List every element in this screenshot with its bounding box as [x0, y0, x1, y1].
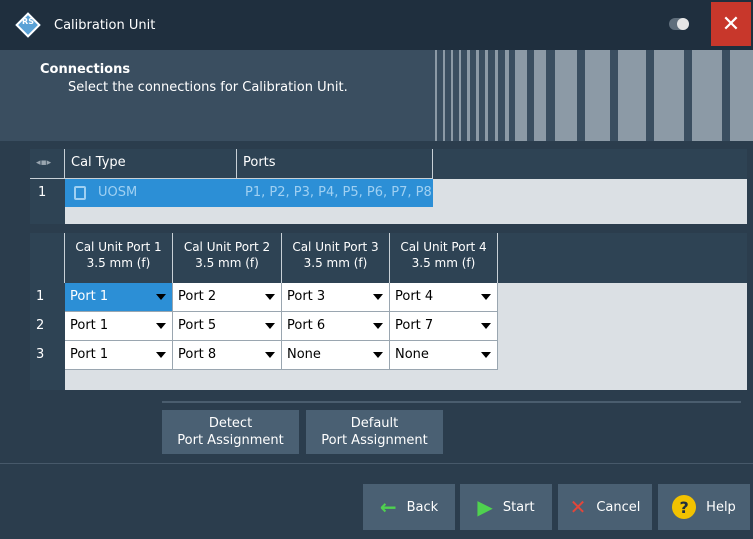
wizard-header: Connections Select the connections for C… — [0, 50, 753, 141]
dropdown-arrow-icon — [156, 352, 166, 358]
table-header: Cal Unit Port 1 3.5 mm (f) Cal Unit Port … — [30, 233, 747, 283]
port-select-dropdown[interactable]: Port 7 — [390, 312, 498, 341]
dropdown-arrow-icon — [265, 294, 275, 300]
row-number: 3 — [36, 347, 45, 362]
port-select-dropdown[interactable]: Port 3 — [282, 283, 390, 312]
table-header: ◂▪▸ Cal Type Ports — [30, 149, 747, 179]
dropdown-arrow-icon — [373, 323, 383, 329]
port-select-dropdown[interactable]: Port 6 — [282, 312, 390, 341]
toggle-switch[interactable] — [669, 18, 689, 30]
dropdown-arrow-icon — [373, 294, 383, 300]
column-header-cal-unit-port-2: Cal Unit Port 2 3.5 mm (f) — [173, 233, 282, 283]
page-subtitle: Select the connections for Calibration U… — [68, 80, 348, 95]
row-number: 2 — [36, 318, 45, 333]
dropdown-arrow-icon — [156, 323, 166, 329]
detect-port-assignment-button[interactable]: Detect Port Assignment — [162, 410, 299, 454]
dropdown-arrow-icon — [481, 323, 491, 329]
ports-cell: P1, P2, P3, P4, P5, P6, P7, P8 — [245, 185, 432, 200]
close-icon: ✕ — [569, 495, 587, 519]
port-select-dropdown[interactable]: Port 4 — [390, 283, 498, 312]
window-title: Calibration Unit — [54, 17, 156, 33]
row-number: 1 — [30, 179, 65, 207]
title-bar: RS Calibration Unit ✕ — [0, 0, 753, 50]
port-select-dropdown[interactable]: Port 1 — [65, 312, 173, 341]
port-select-dropdown[interactable]: None — [282, 341, 390, 370]
port-select-dropdown[interactable]: Port 2 — [173, 283, 282, 312]
port-select-dropdown[interactable]: Port 1 — [65, 341, 173, 370]
divider — [162, 401, 741, 403]
column-header-cal-unit-port-4: Cal Unit Port 4 3.5 mm (f) — [390, 233, 498, 283]
column-header-ports: Ports — [237, 149, 433, 179]
question-icon: ? — [672, 495, 697, 519]
dropdown-arrow-icon — [265, 352, 275, 358]
column-header-cal-type: Cal Type — [65, 149, 237, 179]
dropdown-arrow-icon — [265, 323, 275, 329]
cal-kit-icon — [74, 185, 86, 200]
column-header-cal-unit-port-3: Cal Unit Port 3 3.5 mm (f) — [282, 233, 390, 283]
help-button[interactable]: ? Help — [658, 484, 750, 530]
wizard-footer: ← Back ▶ Start ✕ Cancel ? Help — [0, 463, 753, 539]
back-button[interactable]: ← Back — [363, 484, 455, 530]
decorative-stripes — [435, 50, 753, 141]
arrow-left-icon: ← — [379, 495, 397, 519]
port-assignment-table: Cal Unit Port 1 3.5 mm (f) Cal Unit Port … — [30, 233, 747, 390]
cal-type-cell[interactable]: UOSM — [74, 185, 137, 200]
column-resize-icon[interactable]: ◂▪▸ — [30, 149, 65, 179]
cancel-button[interactable]: ✕ Cancel — [558, 484, 652, 530]
row-number: 1 — [36, 289, 45, 304]
close-button[interactable]: ✕ — [711, 2, 751, 46]
cal-type-table: ◂▪▸ Cal Type Ports 1 UOSM P1, P2, P3, P4… — [30, 149, 747, 224]
port-select-dropdown[interactable]: Port 5 — [173, 312, 282, 341]
dropdown-arrow-icon — [481, 294, 491, 300]
dropdown-arrow-icon — [373, 352, 383, 358]
start-button[interactable]: ▶ Start — [460, 484, 552, 530]
default-port-assignment-button[interactable]: Default Port Assignment — [306, 410, 443, 454]
column-header-cal-unit-port-1: Cal Unit Port 1 3.5 mm (f) — [65, 233, 173, 283]
port-select-dropdown[interactable]: Port 8 — [173, 341, 282, 370]
dropdown-arrow-icon — [156, 294, 166, 300]
port-select-dropdown[interactable]: Port 1 — [65, 283, 173, 312]
dropdown-arrow-icon — [481, 352, 491, 358]
page-title: Connections — [40, 62, 131, 77]
rohde-schwarz-logo: RS — [15, 12, 41, 38]
port-select-dropdown[interactable]: None — [390, 341, 498, 370]
play-icon: ▶ — [477, 495, 493, 519]
